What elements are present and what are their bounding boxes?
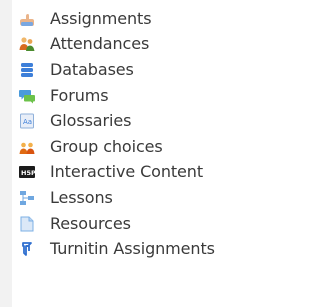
activity-label: Group choices bbox=[50, 136, 163, 156]
activity-item-resources[interactable]: Resources bbox=[18, 211, 215, 237]
assignment-hand-icon bbox=[20, 13, 34, 26]
activity-item-attendances[interactable]: Attendances bbox=[18, 32, 215, 58]
activity-label: Forums bbox=[50, 85, 109, 105]
activity-item-interactive-content[interactable]: H5P Interactive Content bbox=[18, 160, 215, 186]
activity-label: Turnitin Assignments bbox=[50, 239, 215, 259]
activity-label: Databases bbox=[50, 59, 134, 79]
turnitin-icon bbox=[22, 242, 32, 257]
activity-label: Lessons bbox=[50, 187, 113, 207]
glossary-book-icon: Aa bbox=[20, 113, 34, 129]
resource-file-icon bbox=[20, 216, 34, 232]
h5p-icon: H5P bbox=[19, 166, 36, 179]
lesson-flow-icon bbox=[20, 190, 34, 205]
activities-panel: Assignments Attendances Databases Forums… bbox=[0, 0, 267, 307]
svg-text:H5P: H5P bbox=[21, 169, 36, 177]
activity-label: Attendances bbox=[50, 34, 150, 54]
activity-item-turnitin-assignments[interactable]: Turnitin Assignments bbox=[18, 236, 215, 262]
activity-item-forums[interactable]: Forums bbox=[18, 83, 215, 109]
activity-label: Resources bbox=[50, 213, 131, 233]
activity-item-group-choices[interactable]: Group choices bbox=[18, 134, 215, 160]
group-choice-people-icon bbox=[19, 142, 35, 154]
activity-label: Assignments bbox=[50, 8, 152, 28]
activity-label: Interactive Content bbox=[50, 162, 204, 182]
activity-item-databases[interactable]: Databases bbox=[18, 57, 215, 83]
activity-item-assignments[interactable]: Assignments bbox=[18, 6, 215, 32]
activity-label: Glossaries bbox=[50, 111, 132, 131]
activity-item-glossaries[interactable]: Aa Glossaries bbox=[18, 108, 215, 134]
activity-item-lessons[interactable]: Lessons bbox=[18, 185, 215, 211]
forum-chat-icon bbox=[19, 89, 35, 104]
svg-text:Aa: Aa bbox=[23, 118, 32, 126]
panel-left-bar bbox=[0, 0, 12, 307]
attendance-people-icon bbox=[19, 37, 35, 52]
database-icon bbox=[21, 62, 33, 77]
activities-list: Assignments Attendances Databases Forums… bbox=[18, 6, 215, 262]
